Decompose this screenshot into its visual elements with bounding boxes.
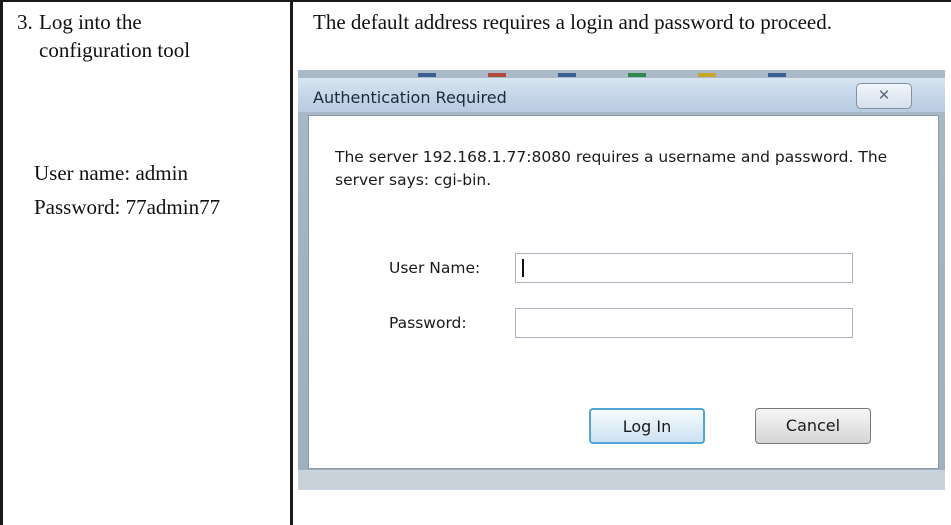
username-label: User Name: (389, 259, 481, 277)
dialog-title: Authentication Required (313, 88, 507, 107)
step-heading: 3. Log into the configuration tool (17, 8, 190, 64)
table-left-border (0, 0, 3, 525)
step-title-line1: Log into the (39, 10, 142, 34)
table-column-divider (290, 0, 293, 525)
close-button[interactable]: ✕ (856, 83, 912, 109)
step-description: The default address requires a login and… (313, 10, 832, 34)
table-top-border (0, 0, 951, 2)
bg-stripe (558, 73, 576, 77)
auth-dialog-screenshot: Authentication Required ✕ The server 192… (298, 70, 945, 490)
instruction-table: 3. Log into the configuration tool User n… (0, 0, 951, 525)
bg-stripe (628, 73, 646, 77)
password-field[interactable] (515, 308, 853, 338)
step-number: 3. (17, 10, 33, 34)
close-icon: ✕ (877, 86, 891, 104)
username-credential: User name: admin (34, 161, 188, 185)
bg-stripe (698, 73, 716, 77)
username-field[interactable] (515, 253, 853, 283)
bg-stripe (418, 73, 436, 77)
text-caret (522, 259, 524, 277)
password-label: Password: (389, 314, 467, 332)
bg-stripe (768, 73, 786, 77)
step-title-line2: configuration tool (39, 38, 191, 62)
login-button[interactable]: Log In (589, 408, 705, 444)
dialog-message: The server 192.168.1.77:8080 requires a … (335, 148, 888, 189)
dialog-bottom-edge (298, 470, 945, 490)
bg-stripe (488, 73, 506, 77)
password-credential: Password: 77admin77 (34, 195, 221, 219)
dialog-body: The server 192.168.1.77:8080 requires a … (308, 115, 939, 469)
cancel-button[interactable]: Cancel (755, 408, 871, 444)
